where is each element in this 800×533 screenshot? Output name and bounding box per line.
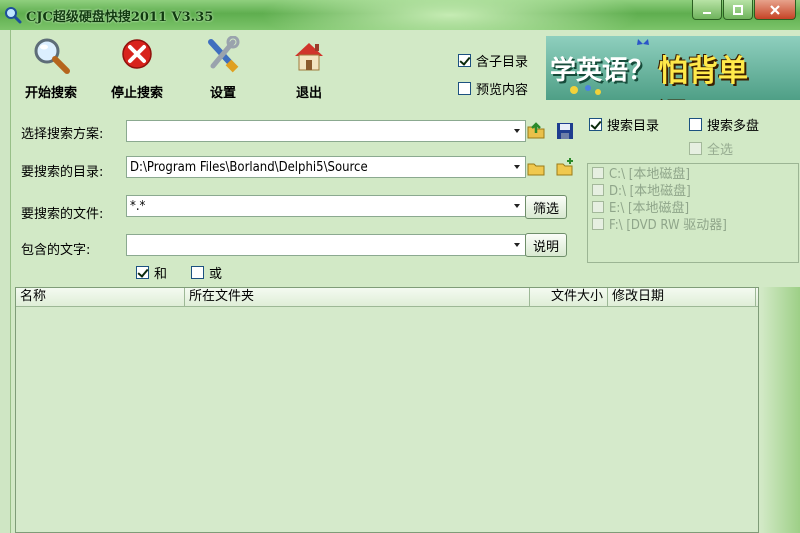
results-header: 名称 所在文件夹 文件大小 修改日期 — [16, 288, 758, 307]
or-checkbox[interactable]: 或 — [191, 263, 222, 282]
results-list[interactable]: 名称 所在文件夹 文件大小 修改日期 — [15, 287, 759, 533]
drive-check[interactable] — [592, 217, 604, 230]
home-icon — [295, 43, 323, 71]
include-subdirs-checkbox[interactable]: 含子目录 — [458, 51, 528, 70]
or-check[interactable] — [191, 266, 204, 279]
directory-value: D:\Program Files\Borland\Delphi5\Source — [130, 159, 368, 175]
and-checkbox[interactable]: 和 — [136, 263, 167, 282]
drive-list: C:\ [本地磁盘] D:\ [本地磁盘] E:\ [本地磁盘] F:\ [DV… — [587, 163, 799, 263]
magnifier-app-icon — [5, 7, 22, 24]
directory-dropdown-arrow-icon[interactable] — [509, 157, 525, 177]
multi-disk-label: 搜索多盘 — [707, 119, 760, 134]
and-label: 和 — [154, 267, 168, 282]
preview-content-check[interactable] — [458, 82, 471, 95]
maximize-button[interactable] — [723, 0, 753, 20]
settings-label: 设置 — [209, 86, 236, 101]
minimize-button[interactable] — [692, 0, 722, 20]
start-search-label: 开始搜索 — [24, 86, 77, 101]
column-header-size[interactable]: 文件大小 — [530, 288, 608, 306]
directory-label: 要搜索的目录: — [21, 165, 104, 180]
help-button[interactable]: 说明 — [525, 233, 567, 257]
add-folder-icon[interactable] — [555, 157, 575, 177]
butterfly-icon — [637, 39, 649, 45]
stop-icon — [122, 39, 152, 69]
banner-text-words: 怕背单词？ — [658, 54, 748, 100]
filter-button[interactable]: 筛选 — [525, 195, 567, 219]
drive-item[interactable]: C:\ [本地磁盘] — [588, 164, 798, 182]
scheme-label: 选择搜索方案: — [21, 127, 104, 142]
file-pattern-label: 要搜索的文件: — [21, 207, 104, 222]
scheme-combobox[interactable] — [126, 120, 526, 142]
exit-label: 退出 — [295, 86, 322, 101]
directory-combobox[interactable]: D:\Program Files\Borland\Delphi5\Source — [126, 156, 526, 178]
file-pattern-dropdown-arrow-icon[interactable] — [509, 196, 525, 216]
toolbar: 开始搜索 停止搜索 设置 退出 含子目录 预览内容 — [11, 34, 541, 101]
contains-text-dropdown-arrow-icon[interactable] — [509, 235, 525, 255]
minimize-icon — [703, 11, 711, 14]
file-pattern-value: *.* — [130, 198, 146, 214]
scheme-dropdown-arrow-icon[interactable] — [509, 121, 525, 141]
select-all-checkbox[interactable]: 全选 — [689, 139, 733, 158]
exit-button[interactable]: 退出 — [269, 34, 349, 101]
save-icon[interactable] — [555, 121, 575, 141]
decorative-leaf-strip — [761, 287, 800, 533]
magnifier-icon — [34, 38, 70, 74]
search-dir-check[interactable] — [589, 118, 602, 131]
stop-search-label: 停止搜索 — [110, 86, 163, 101]
include-subdirs-check[interactable] — [458, 54, 471, 67]
results-body[interactable] — [16, 307, 758, 532]
search-dir-label: 搜索目录 — [607, 119, 660, 134]
open-folder-icon[interactable] — [526, 121, 546, 141]
contains-text-combobox[interactable] — [126, 234, 526, 256]
ad-banner[interactable]: 学英语？ 怕背单词？ — [546, 36, 800, 100]
select-all-label: 全选 — [707, 143, 734, 158]
window-title: CJC超级硬盘快搜2011 V3.35 — [26, 10, 214, 25]
include-subdirs-label: 含子目录 — [476, 55, 529, 70]
search-dir-checkbox[interactable]: 搜索目录 — [589, 115, 659, 134]
file-pattern-combobox[interactable]: *.* — [126, 195, 526, 217]
browse-folder-icon[interactable] — [526, 158, 546, 178]
stop-search-button[interactable]: 停止搜索 — [97, 34, 177, 101]
column-header-name[interactable]: 名称 — [16, 288, 185, 306]
drive-check[interactable] — [592, 166, 604, 179]
drive-item[interactable]: F:\ [DVD RW 驱动器] — [588, 215, 798, 233]
banner-text-english: 学英语？ — [550, 56, 655, 86]
select-all-check[interactable] — [689, 142, 702, 155]
column-header-modified[interactable]: 修改日期 — [608, 288, 756, 306]
and-check[interactable] — [136, 266, 149, 279]
preview-content-checkbox[interactable]: 预览内容 — [458, 79, 528, 98]
settings-button[interactable]: 设置 — [183, 34, 263, 101]
multi-disk-checkbox[interactable]: 搜索多盘 — [689, 115, 759, 134]
drive-check[interactable] — [592, 200, 604, 213]
title-bar: CJC超级硬盘快搜2011 V3.35 — [0, 0, 800, 30]
close-button[interactable] — [754, 0, 796, 20]
close-icon — [770, 4, 780, 15]
maximize-icon — [733, 4, 743, 15]
multi-disk-check[interactable] — [689, 118, 702, 131]
drive-check[interactable] — [592, 183, 604, 196]
drive-item[interactable]: E:\ [本地磁盘] — [588, 198, 798, 216]
start-search-button[interactable]: 开始搜索 — [11, 34, 91, 101]
or-label: 或 — [209, 267, 223, 282]
main-window: 开始搜索 停止搜索 设置 退出 含子目录 预览内容 学英语？ 怕背单 选择搜索方… — [10, 30, 800, 533]
tools-icon — [208, 35, 240, 73]
drive-item[interactable]: D:\ [本地磁盘] — [588, 181, 798, 199]
contains-text-label: 包含的文字: — [21, 243, 91, 258]
drive-label: F:\ [DVD RW 驱动器] — [609, 218, 727, 233]
preview-content-label: 预览内容 — [476, 83, 529, 98]
column-header-folder[interactable]: 所在文件夹 — [185, 288, 530, 306]
